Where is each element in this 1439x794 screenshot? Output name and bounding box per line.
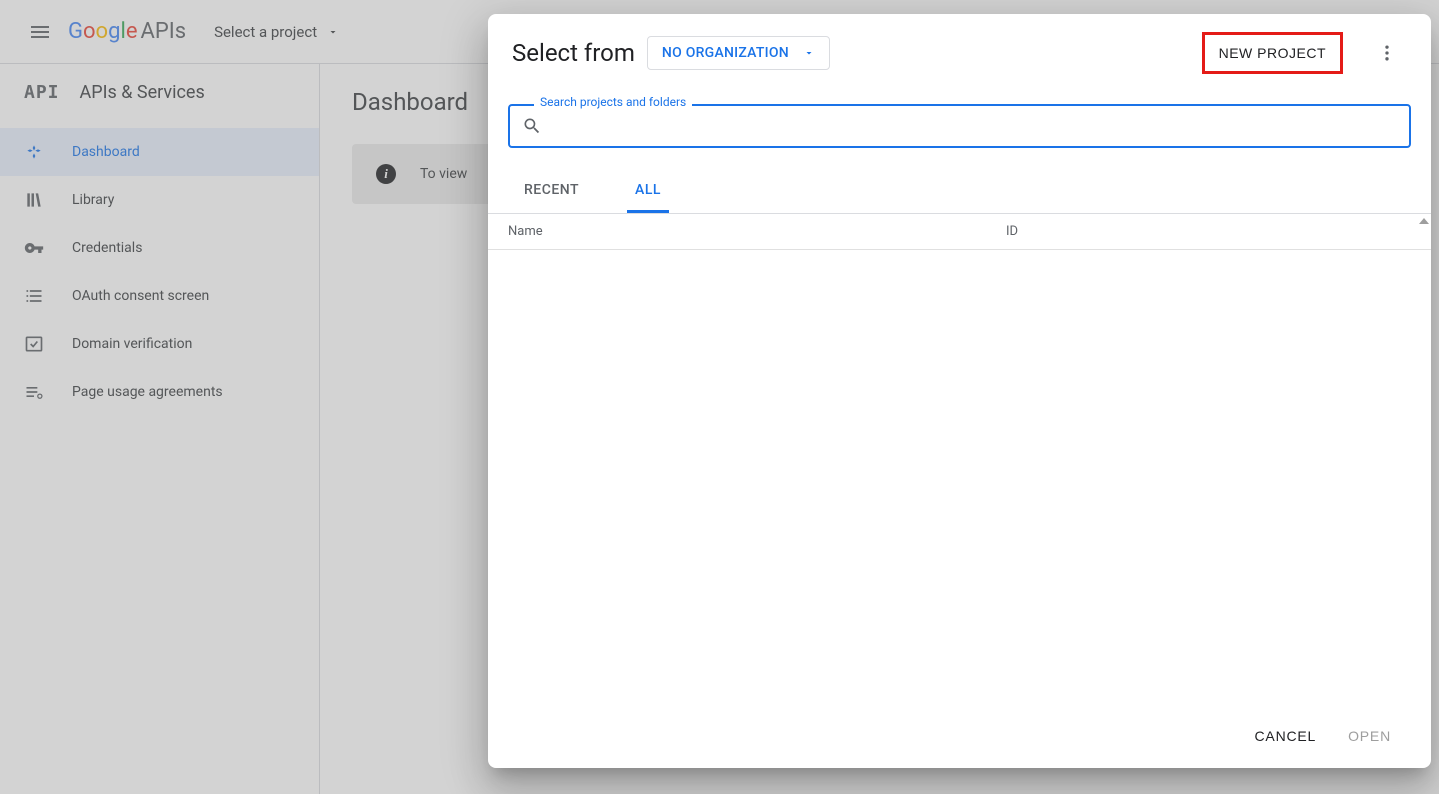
- column-id[interactable]: ID: [1006, 224, 1411, 239]
- tabs: RECENT ALL: [488, 170, 1431, 214]
- dialog-header: Select from NO ORGANIZATION NEW PROJECT: [488, 14, 1431, 82]
- kebab-icon: [1377, 43, 1397, 63]
- cancel-button[interactable]: CANCEL: [1255, 728, 1317, 744]
- tab-recent[interactable]: RECENT: [516, 170, 587, 213]
- organization-selector[interactable]: NO ORGANIZATION: [647, 36, 830, 70]
- search-input[interactable]: [550, 118, 1397, 134]
- dropdown-icon: [803, 47, 815, 59]
- open-button: OPEN: [1348, 728, 1391, 744]
- search-box[interactable]: [508, 104, 1411, 148]
- dialog-title: Select from: [512, 39, 635, 67]
- dialog-actions: CANCEL OPEN: [488, 708, 1431, 768]
- organization-label: NO ORGANIZATION: [662, 45, 789, 61]
- tab-all[interactable]: ALL: [627, 170, 669, 213]
- new-project-button[interactable]: NEW PROJECT: [1202, 32, 1343, 74]
- table-header: Name ID: [488, 214, 1431, 250]
- scroll-up-icon[interactable]: [1419, 218, 1429, 224]
- search-label: Search projects and folders: [534, 95, 692, 109]
- search-field-wrapper: Search projects and folders: [508, 104, 1411, 148]
- project-picker-dialog: Select from NO ORGANIZATION NEW PROJECT …: [488, 14, 1431, 768]
- project-table[interactable]: Name ID: [488, 214, 1431, 708]
- search-icon: [522, 116, 542, 136]
- more-options-button[interactable]: [1367, 33, 1407, 73]
- column-name[interactable]: Name: [508, 224, 1006, 239]
